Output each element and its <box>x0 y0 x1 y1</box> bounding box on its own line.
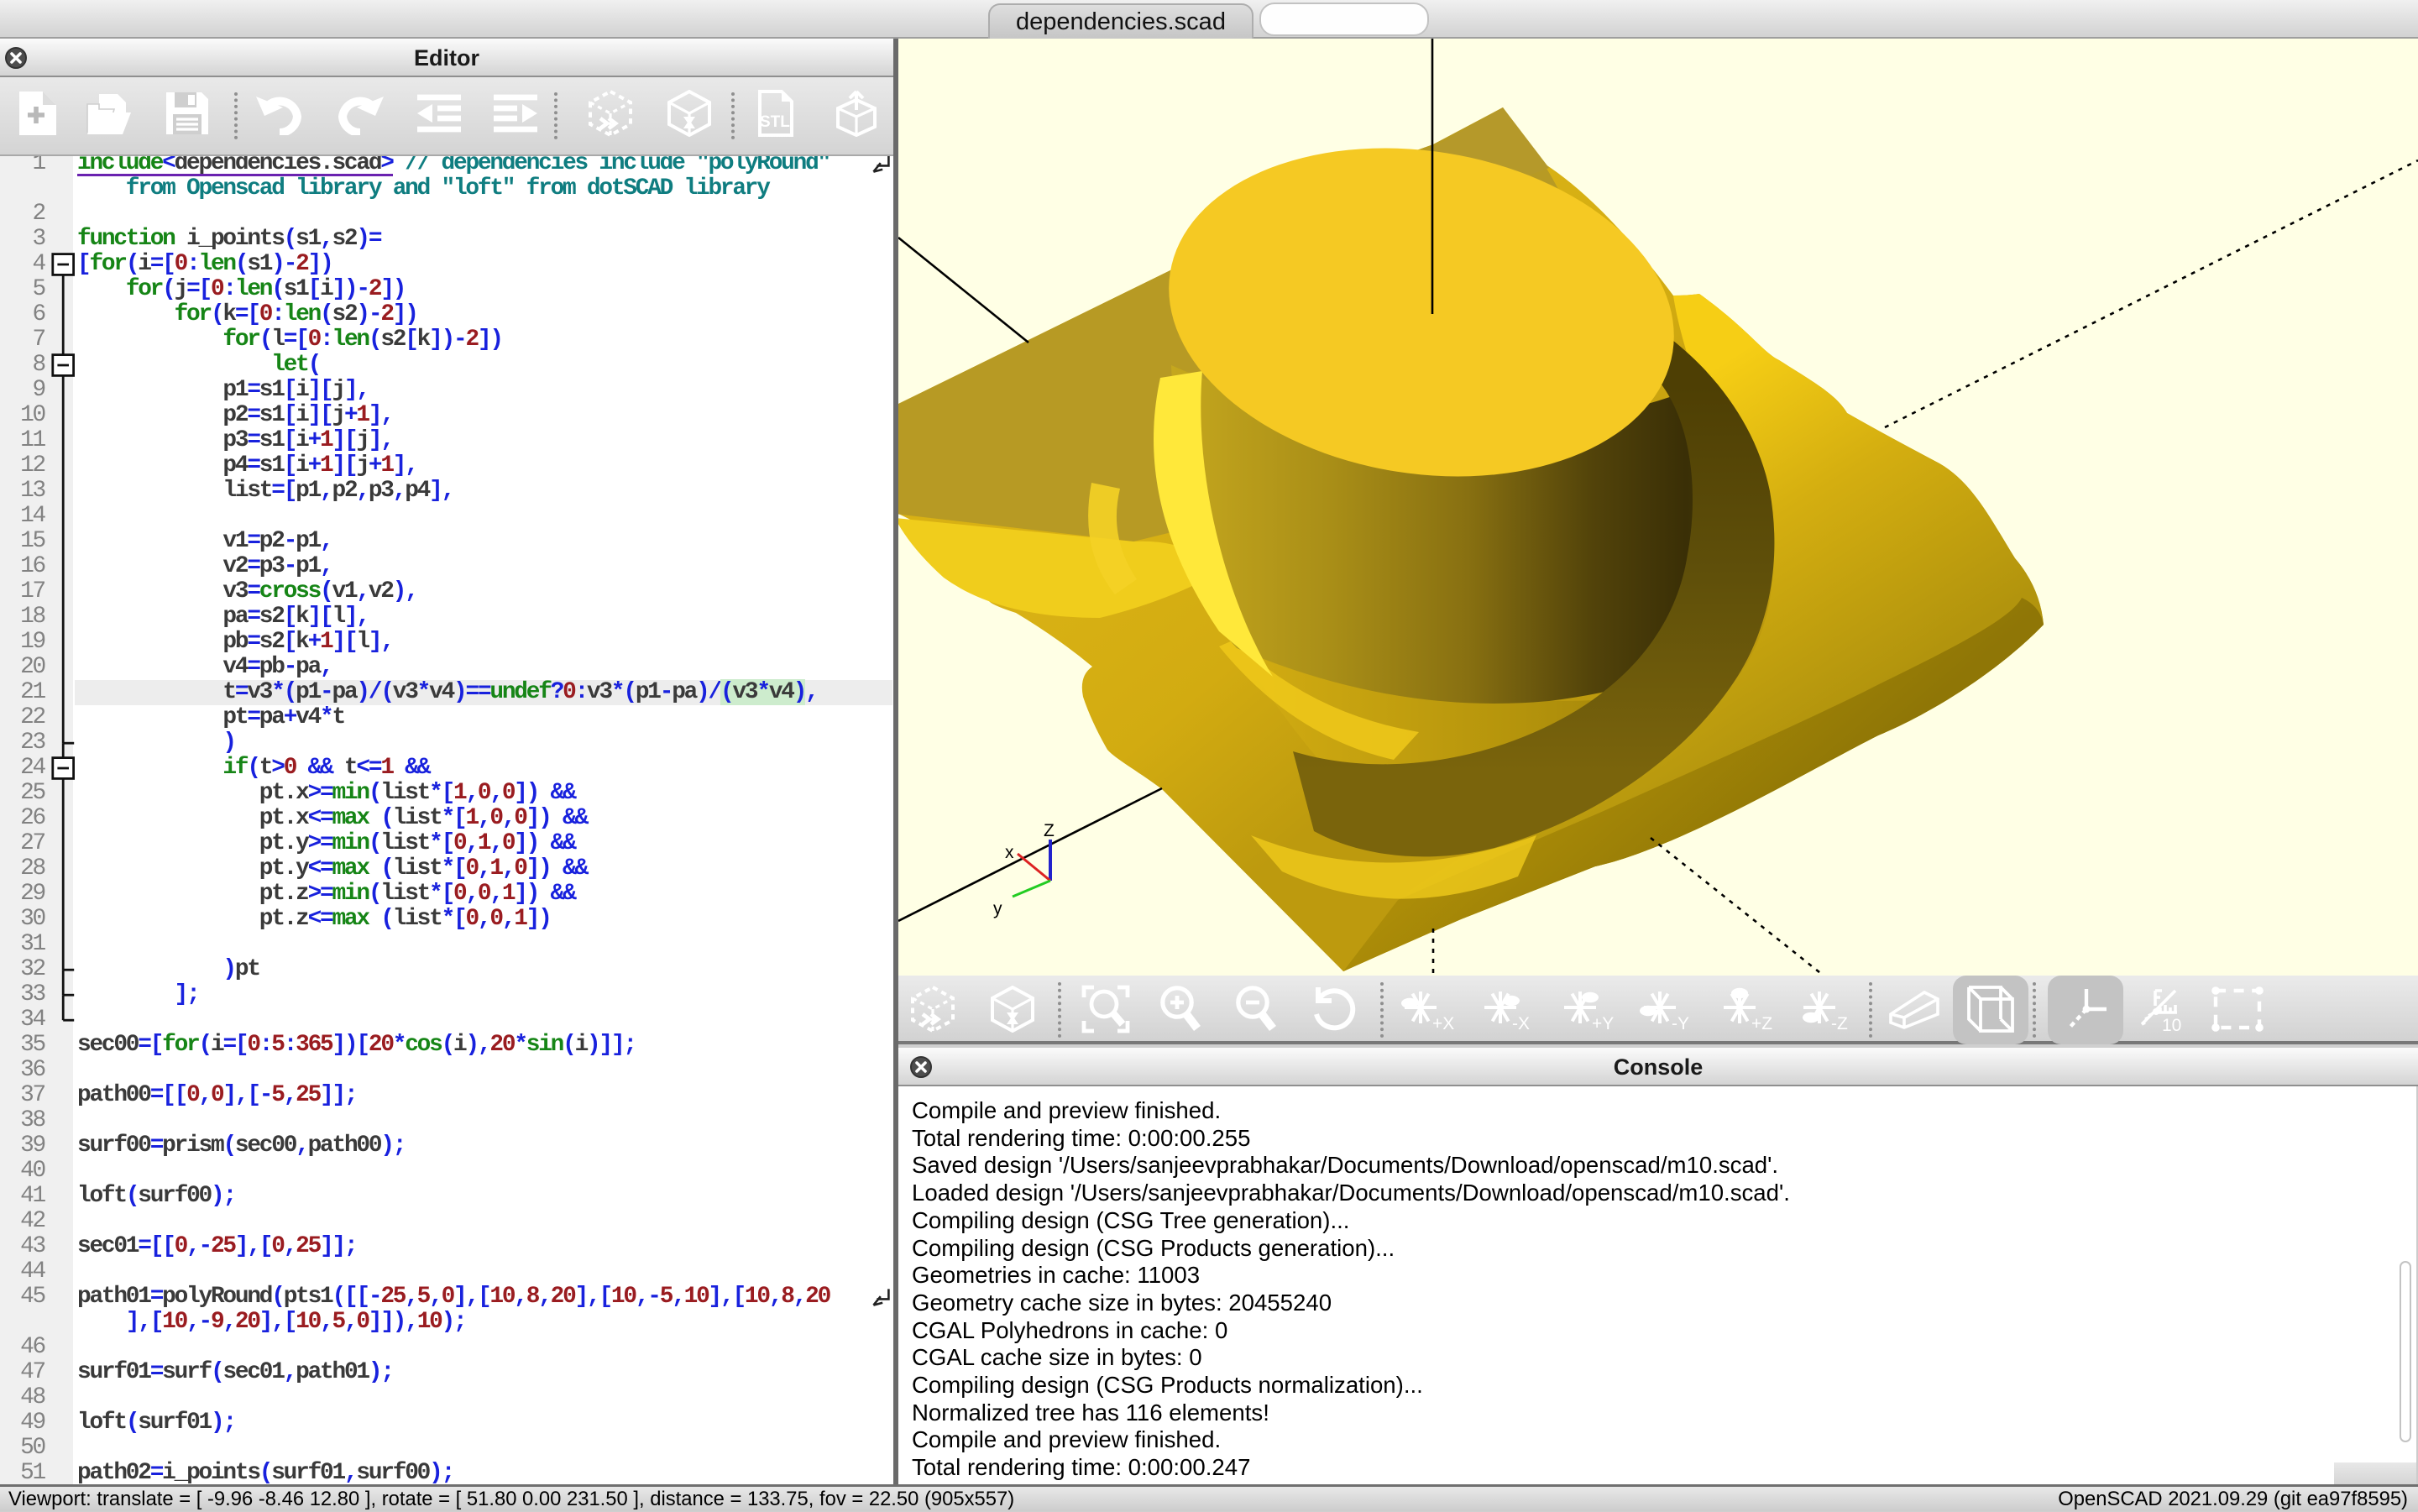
svg-text:-Z: -Z <box>1831 1014 1848 1033</box>
svg-text:x: x <box>1005 843 1014 862</box>
svg-text:+X: +X <box>1432 1014 1454 1033</box>
svg-text:+Z: +Z <box>1751 1014 1772 1033</box>
svg-text:+Y: +Y <box>1592 1014 1614 1033</box>
svg-text:10: 10 <box>2162 1016 2181 1034</box>
svg-text:y: y <box>993 899 1002 918</box>
svg-text:-Y: -Y <box>1672 1014 1689 1033</box>
svg-text:STL: STL <box>760 113 790 131</box>
svg-text:-X: -X <box>1512 1014 1530 1033</box>
svg-text:Z: Z <box>1044 821 1055 840</box>
